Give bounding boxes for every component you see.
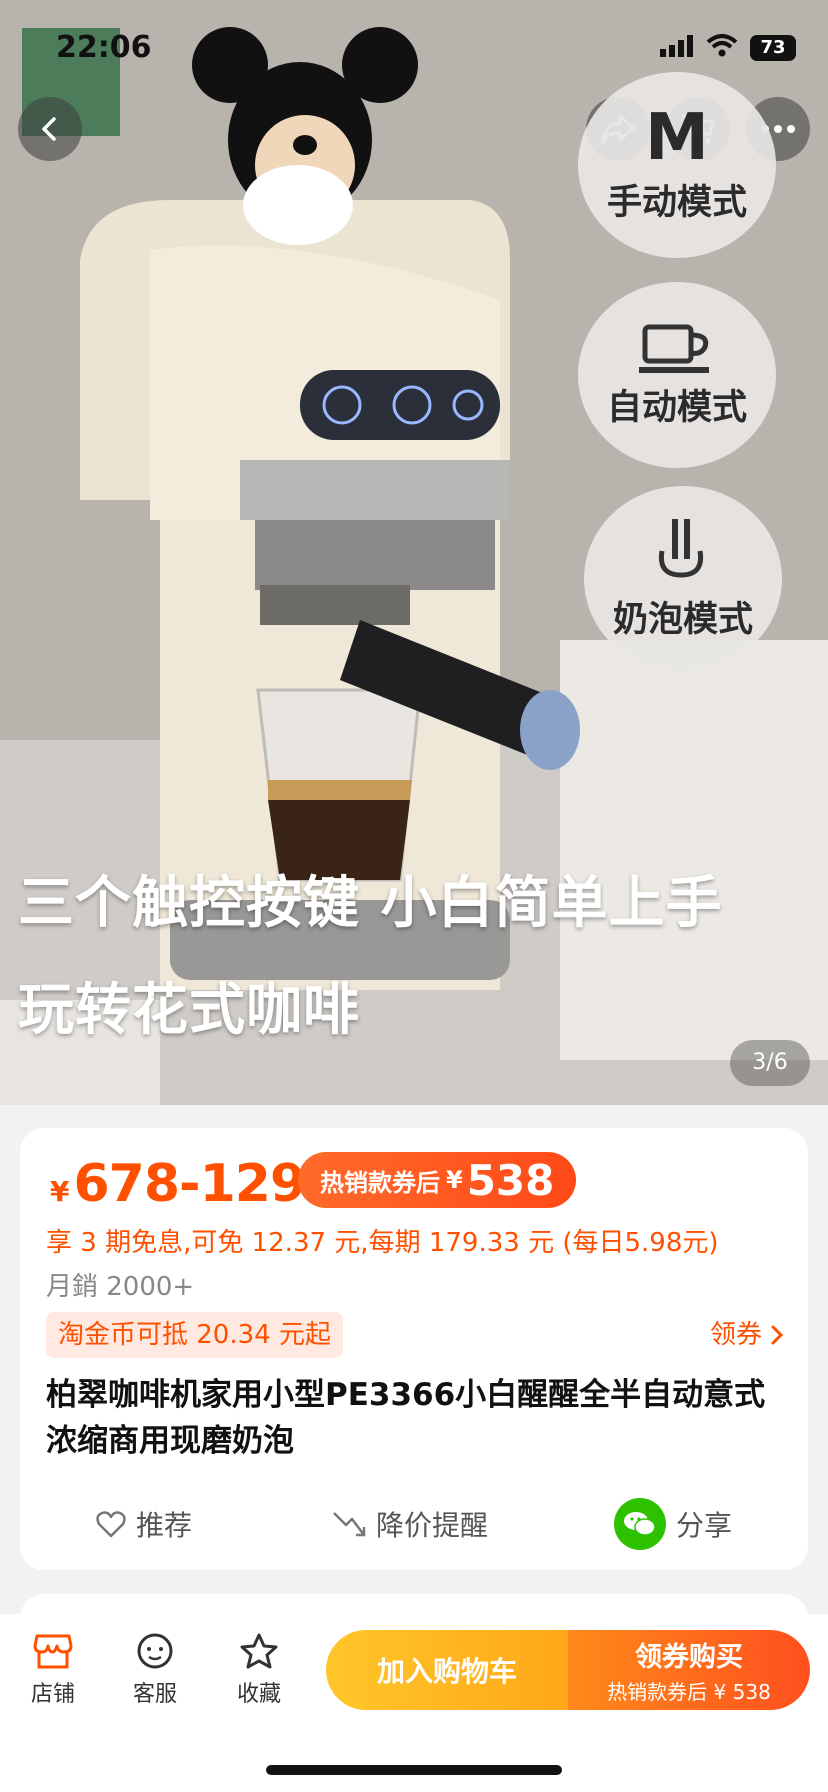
monthly-sales: 月銷 2000+ <box>46 1272 195 1302</box>
service-label: 客服 <box>132 1682 177 1707</box>
share-wechat-button[interactable]: 分享 <box>614 1494 732 1554</box>
chevron-right-icon <box>771 1325 784 1345</box>
coupon-buy-button[interactable]: 领券购买 热销款券后 ¥ 538 <box>568 1630 810 1710</box>
add-to-cart-button[interactable]: 加入购物车 <box>326 1630 568 1710</box>
home-indicator <box>266 1765 562 1775</box>
price-drop-icon <box>333 1512 366 1537</box>
status-time: 22:06 <box>56 30 152 65</box>
star-icon <box>240 1633 278 1669</box>
wechat-icon <box>614 1498 666 1550</box>
image-pager: 3/6 <box>730 1040 810 1086</box>
mode-bubble-milk-foam: 奶泡模式 <box>584 486 782 672</box>
customer-service-icon <box>137 1633 173 1669</box>
favorite-label: 收藏 <box>236 1682 281 1707</box>
wifi-icon <box>706 34 738 62</box>
coupon-label: 热销款券后 <box>320 1168 440 1197</box>
mode-label: 手动模式 <box>606 182 747 223</box>
battery-icon: 73 <box>750 35 796 61</box>
coupon-price: 538 <box>466 1155 555 1205</box>
mode-bubble-auto: 自动模式 <box>578 282 776 468</box>
status-icons: 73 <box>660 34 796 62</box>
buy-sub-label: 热销款券后 ¥ 538 <box>607 1680 771 1704</box>
get-coupon-link[interactable]: 领券 <box>710 1312 784 1358</box>
recommend-label: 推荐 <box>136 1509 193 1542</box>
store-label: 店铺 <box>30 1682 75 1707</box>
get-coupon-label: 领券 <box>709 1320 762 1350</box>
currency-symbol: ¥ <box>50 1175 70 1208</box>
manual-mode-icon: M <box>645 100 709 175</box>
price-alert-button[interactable]: 降价提醒 <box>332 1494 488 1554</box>
hero-caption-line2: 玩转花式咖啡 <box>18 978 360 1043</box>
store-icon <box>33 1634 73 1669</box>
favorite-button[interactable]: 收藏 <box>214 1632 304 1708</box>
add-cart-label: 加入购物车 <box>376 1655 517 1688</box>
mode-bubble-manual: M 手动模式 <box>578 72 776 258</box>
taojin-coin-tag: 淘金币可抵 20.34 元起 <box>46 1312 343 1358</box>
mode-label: 奶泡模式 <box>612 599 753 640</box>
installment-info[interactable]: 享 3 期免息,可免 12.37 元,每期 179.33 元 (每日5.98元) <box>46 1222 719 1259</box>
coffee-cup-icon <box>639 324 709 373</box>
recommend-button[interactable]: 推荐 <box>96 1494 192 1554</box>
signal-icon <box>660 35 694 61</box>
heart-icon <box>96 1511 126 1538</box>
product-info-card: ¥ 678-1298 热销款券后 ¥ 538 享 3 期免息,可免 12.37 … <box>20 1128 808 1570</box>
action-row: 推荐 降价提醒 分享 <box>20 1494 808 1554</box>
mode-label: 自动模式 <box>606 387 747 428</box>
chevron-left-icon <box>42 117 56 141</box>
product-image-carousel[interactable]: 22:06 73 M 手动模式 自动模式 奶泡模式 三个触控按键 小白简单上手 … <box>0 0 828 1105</box>
price-alert-label: 降价提醒 <box>376 1509 489 1542</box>
service-button[interactable]: 客服 <box>110 1632 200 1708</box>
product-title: 柏翠咖啡机家用小型PE3366小白醒醒全半自动意式浓缩商用现磨奶泡 <box>46 1377 766 1459</box>
hero-caption-line1: 三个触控按键 小白简单上手 <box>18 871 723 936</box>
price-row: ¥ 678-1298 <box>50 1154 341 1214</box>
coupon-price-badge: 热销款券后 ¥ 538 <box>298 1152 577 1208</box>
milk-foam-icon <box>658 518 704 578</box>
coupon-currency: ¥ <box>446 1166 463 1194</box>
store-button[interactable]: 店铺 <box>8 1632 98 1708</box>
buy-label: 领券购买 <box>635 1642 743 1673</box>
back-button[interactable] <box>18 97 82 161</box>
share-label: 分享 <box>676 1509 733 1542</box>
